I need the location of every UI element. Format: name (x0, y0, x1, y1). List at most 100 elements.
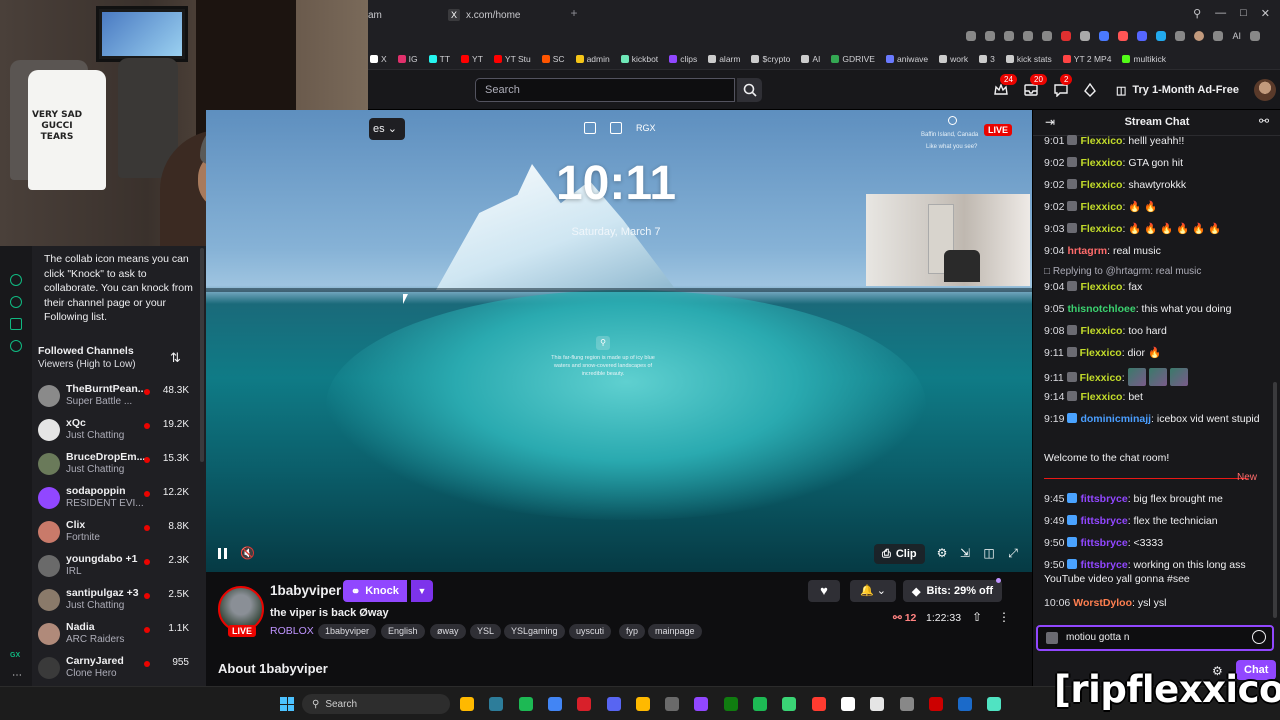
chat-badge-icon[interactable] (1067, 515, 1078, 525)
message-username[interactable]: Flexxico (1080, 372, 1122, 384)
chat-badge-icon[interactable] (1067, 325, 1078, 335)
taskbar-search[interactable]: ⚲ Search (302, 694, 450, 714)
message-username[interactable]: fittsbryce (1080, 493, 1127, 505)
message-username[interactable]: fittsbryce (1080, 559, 1127, 571)
bookmark-item[interactable]: alarm (708, 54, 740, 64)
taskbar-app-icon[interactable] (665, 697, 680, 711)
taskbar-app-icon[interactable] (928, 697, 943, 711)
bookmark-item[interactable]: $crypto (751, 54, 790, 64)
bookmark-item[interactable]: YT 2 MP4 (1062, 54, 1111, 64)
ai-button[interactable]: AI (1232, 31, 1241, 41)
player-icon[interactable] (10, 274, 22, 286)
stream-tag[interactable]: 1babyviper (318, 624, 377, 639)
new-tab-button[interactable]: + (568, 7, 580, 19)
chat-scrollbar[interactable] (1273, 382, 1277, 618)
zoom-icon[interactable] (966, 31, 977, 41)
history-icon[interactable] (10, 296, 22, 308)
message-username[interactable]: Flexxico (1080, 281, 1122, 293)
taskbar-app-icon[interactable] (782, 697, 797, 711)
bookmark-item[interactable]: clips (669, 54, 697, 64)
taskbar-app-icon[interactable] (577, 697, 592, 711)
message-username[interactable]: Flexxico (1080, 157, 1122, 169)
spotlight-prompt[interactable]: Like what you see? (926, 144, 977, 150)
stream-game-link[interactable]: ROBLOX (270, 625, 314, 637)
bookmark-icon[interactable] (1004, 31, 1015, 41)
sidebar-scrollbar[interactable] (200, 248, 204, 462)
bookmark-item[interactable]: IG (397, 54, 418, 64)
stream-tag[interactable]: YSLgaming (504, 624, 565, 639)
message-username[interactable]: Flexxico (1080, 179, 1122, 191)
settings-icon[interactable] (10, 340, 22, 352)
settings-gear-icon[interactable]: ⚙ (936, 547, 948, 559)
bookmark-item[interactable]: multikick (1122, 54, 1166, 64)
chat-badge-icon[interactable] (1067, 135, 1078, 145)
followed-channel-item[interactable]: Clix Fortnite 8.8K (38, 517, 198, 547)
bookmark-item[interactable]: GDRIVE (831, 54, 875, 64)
chat-input[interactable]: motiou gotta n (1036, 625, 1274, 651)
minimize-icon[interactable]: — (1215, 7, 1226, 20)
streamer-name[interactable]: 1babyviper (270, 583, 341, 598)
message-username[interactable]: thisnotchloee (1067, 303, 1135, 315)
extension-icon[interactable] (1137, 31, 1148, 41)
theater-dropdown[interactable]: es ⌄ (369, 118, 405, 140)
followed-channel-item[interactable]: CarnyJared Clone Hero 955 (38, 653, 198, 683)
chat-badge-icon[interactable] (1067, 179, 1078, 189)
search-input[interactable]: Search (475, 78, 735, 102)
taskbar-app-icon[interactable] (958, 697, 973, 711)
followed-channel-item[interactable]: Nadia ARC Raiders 1.1K (38, 619, 198, 649)
message-username[interactable]: fittsbryce (1080, 515, 1127, 527)
screenshot-icon[interactable] (584, 122, 596, 134)
chat-badge-icon[interactable] (1067, 281, 1078, 291)
emote-picker-icon[interactable] (1252, 630, 1266, 644)
taskbar-app-icon[interactable] (811, 697, 826, 711)
chat-badge-icon[interactable] (1067, 559, 1078, 569)
taskbar-app-icon[interactable] (753, 697, 767, 711)
magnifier-icon[interactable]: ⚲ (596, 336, 610, 350)
stream-tag[interactable]: YSL (470, 624, 502, 639)
bookmark-item[interactable]: AI (801, 54, 820, 64)
taskbar-app-icon[interactable] (870, 697, 885, 711)
message-username[interactable]: Flexxico (1080, 391, 1122, 403)
taskbar-app-icon[interactable] (840, 697, 855, 711)
close-icon[interactable]: ✕ (1261, 7, 1270, 20)
chat-badge-icon[interactable] (1067, 157, 1078, 167)
taskbar-app-icon[interactable] (606, 697, 621, 711)
bookmark-item[interactable]: YT Stu (493, 54, 531, 64)
message-username[interactable]: Flexxico (1080, 135, 1122, 147)
chat-badge-icon[interactable] (1067, 223, 1078, 233)
notifications-button[interactable]: 20 (1022, 74, 1047, 99)
pin-icon[interactable] (985, 31, 996, 41)
stream-tag[interactable]: øway (430, 624, 466, 639)
pause-button[interactable] (218, 548, 228, 559)
inbox-button[interactable]: 24 (992, 74, 1017, 99)
share-icon[interactable]: ⇧ (972, 610, 982, 624)
extension-icon[interactable] (1175, 31, 1186, 41)
message-username[interactable]: WorstDyloo (1073, 597, 1132, 609)
search-icon[interactable]: ⚲ (1193, 7, 1201, 20)
whispers-button[interactable]: 2 (1052, 74, 1073, 99)
extension-icon[interactable] (1118, 31, 1129, 41)
play-icon[interactable] (1023, 31, 1034, 41)
taskbar-app-icon[interactable] (489, 697, 504, 711)
followed-channel-item[interactable]: xQc Just Chatting 19.2K (38, 415, 198, 445)
taskbar-app-icon[interactable] (694, 697, 709, 711)
message-username[interactable]: Flexxico (1080, 223, 1122, 235)
bookmark-item[interactable]: 3 (979, 54, 995, 64)
chat-badge-icon[interactable] (1066, 372, 1077, 382)
download-icon[interactable] (1213, 31, 1224, 41)
message-username[interactable]: fittsbryce (1080, 537, 1127, 549)
message-username[interactable]: Flexxico (1080, 325, 1122, 337)
message-username[interactable]: dominicminajj (1080, 413, 1151, 425)
chat-badge-icon[interactable] (1067, 537, 1078, 547)
followed-sort-label[interactable]: Viewers (High to Low) (38, 359, 136, 370)
exit-icon[interactable] (610, 122, 622, 134)
menu-icon[interactable] (1250, 31, 1260, 41)
bookmark-item[interactable]: admin (575, 54, 610, 64)
windows-start-icon[interactable] (280, 697, 294, 711)
taskbar-app-icon[interactable] (635, 697, 650, 711)
stream-tag[interactable]: fyp (619, 624, 646, 639)
ad-free-button[interactable]: ◫ Try 1-Month Ad-Free (1110, 79, 1245, 101)
mute-icon[interactable]: 🔇 (240, 546, 255, 560)
message-username[interactable]: hrtagrm (1067, 245, 1107, 257)
stream-tag[interactable]: English (381, 624, 425, 639)
